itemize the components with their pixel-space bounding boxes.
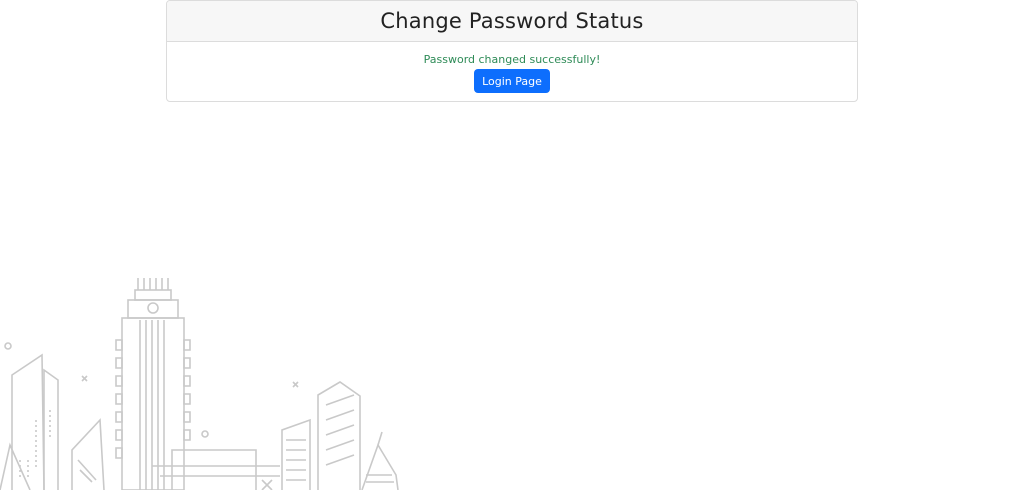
status-message: Password changed successfully! bbox=[423, 53, 601, 66]
page-title: Change Password Status bbox=[380, 9, 644, 33]
skyline-building-left bbox=[11, 353, 45, 490]
decor-cross bbox=[292, 381, 299, 388]
skyline-tower-balconies-right bbox=[183, 339, 191, 441]
decor-cross bbox=[81, 375, 88, 382]
skyline-building-right-3-spire bbox=[377, 431, 383, 446]
skyline-building-right-2-lines bbox=[325, 394, 355, 466]
skyline-tower-clock-face bbox=[147, 302, 159, 314]
decor-circle bbox=[4, 342, 12, 350]
skyline-tower-body bbox=[121, 317, 185, 490]
status-card: Change Password Status Password changed … bbox=[166, 0, 858, 102]
skyline-building-right-1-floors bbox=[286, 439, 306, 481]
skyline-triangle-left bbox=[0, 442, 31, 490]
skyline-tower-top bbox=[134, 289, 172, 301]
skyline-tower-lines bbox=[139, 320, 165, 490]
card-body: Password changed successfully! Login Pag… bbox=[167, 42, 857, 93]
card-header: Change Password Status bbox=[167, 1, 857, 42]
skyline-building-right-3 bbox=[361, 443, 399, 490]
skyline-building-slant-lines bbox=[77, 459, 97, 483]
skyline-window-dashes bbox=[19, 410, 51, 480]
skyline-lowrise-cross bbox=[261, 479, 273, 490]
page-root: Change Password Status Password changed … bbox=[0, 0, 1024, 490]
city-skyline-illustration bbox=[0, 278, 399, 490]
skyline-tower-crown bbox=[137, 278, 169, 290]
login-page-button[interactable]: Login Page bbox=[474, 69, 550, 93]
skyline-building-right-3-lines bbox=[366, 474, 394, 483]
decor-circle bbox=[201, 430, 209, 438]
skyline-building-left-side bbox=[43, 368, 59, 490]
skyline-tower-balconies-left bbox=[115, 339, 123, 459]
skyline-building-slant bbox=[71, 418, 105, 490]
skyline-building-right-2 bbox=[317, 381, 361, 490]
